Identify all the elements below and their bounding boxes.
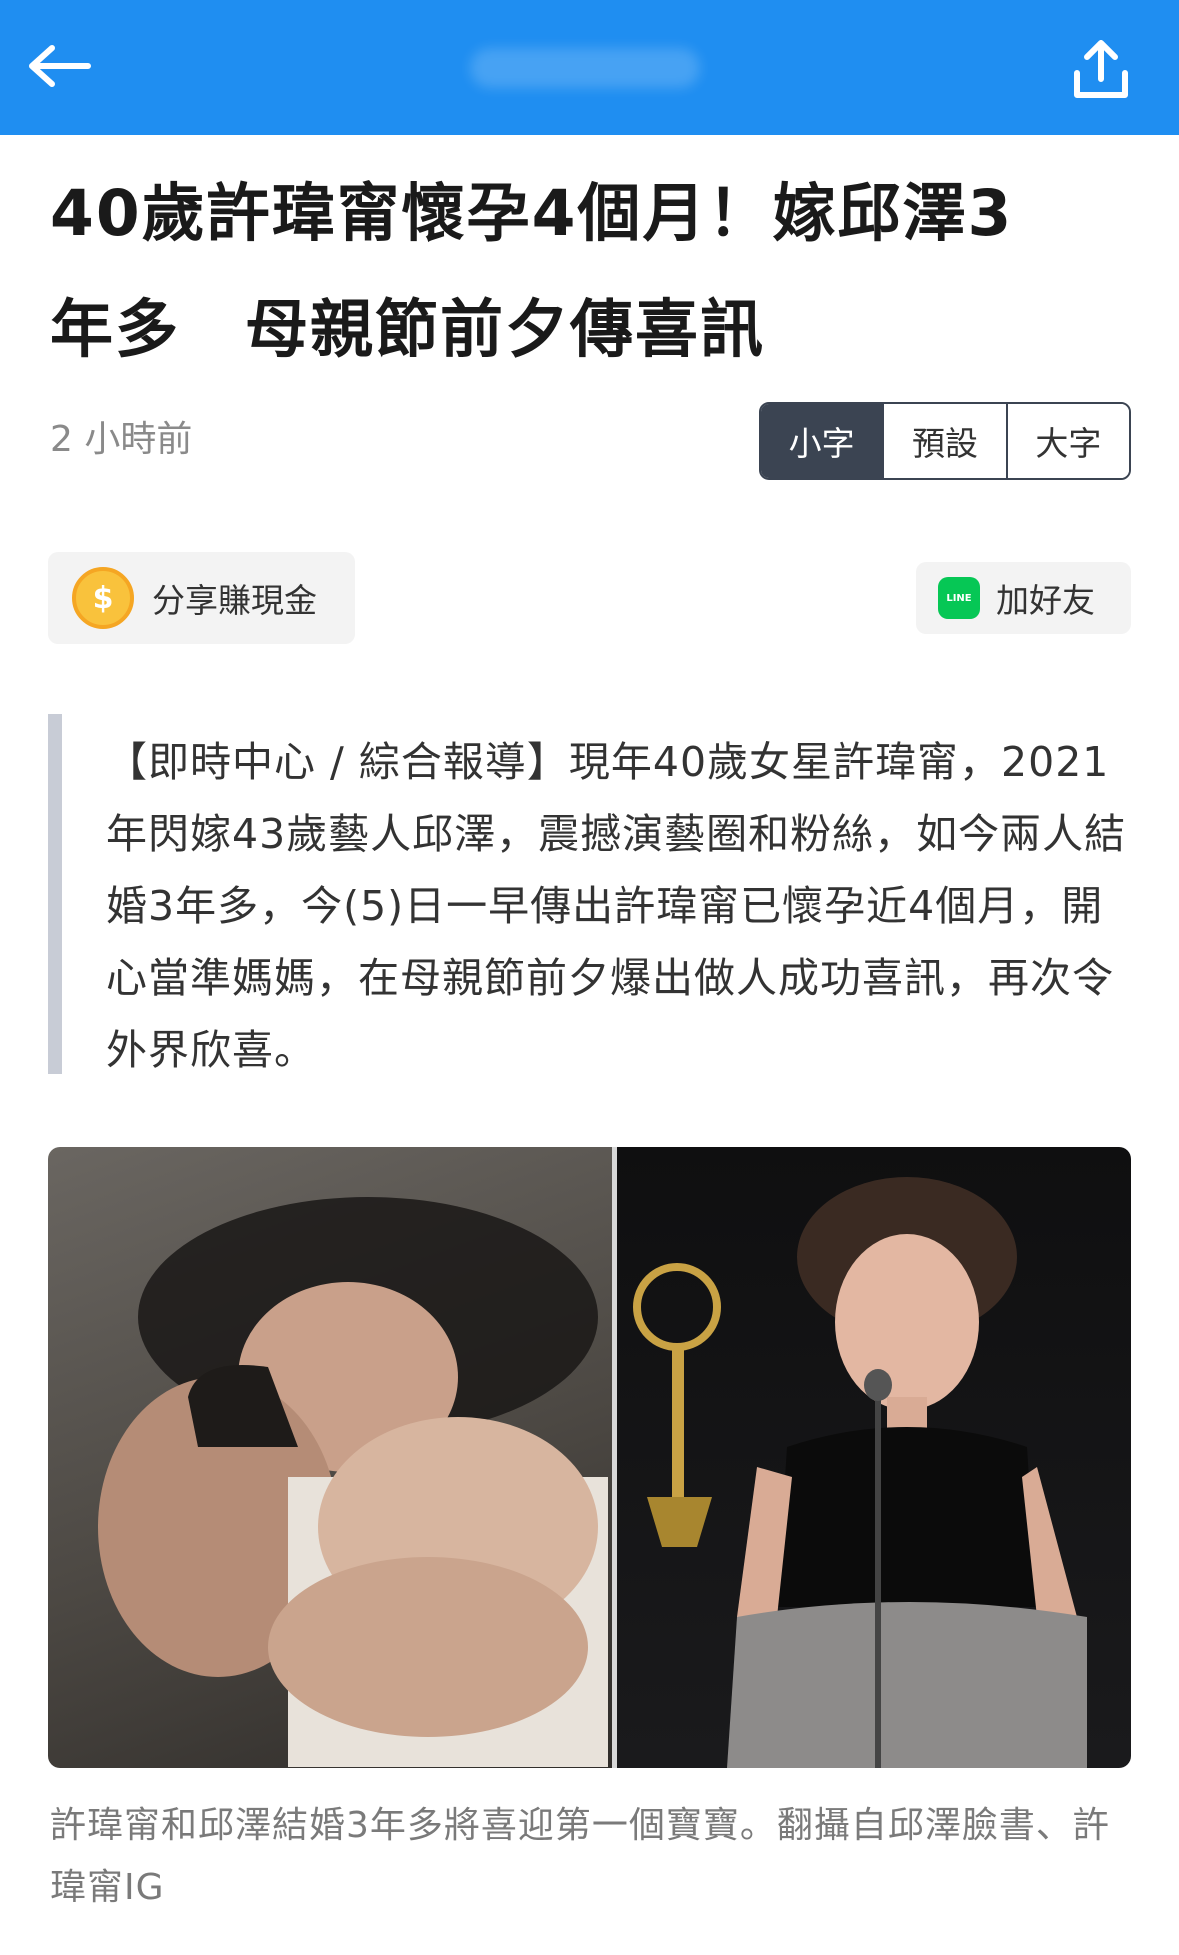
line-icon: LINE	[938, 577, 980, 619]
photo-award	[617, 1147, 1131, 1768]
image-caption: 許瑋甯和邱澤結婚3年多將喜迎第一個寶寶。翻攝自邱澤臉書、許瑋甯IG	[50, 1805, 1110, 1908]
share-earn-button[interactable]: $ 分享賺現金	[48, 552, 355, 644]
share-earn-label: 分享賺現金	[152, 581, 317, 620]
add-friend-label: 加好友	[996, 581, 1095, 620]
font-large-option[interactable]: 大字	[1005, 404, 1129, 478]
top-app-bar	[0, 0, 1179, 135]
article-lead: 【即時中心 / 綜合報導】現年40歲女星許瑋甯，2021年閃嫁43歲藝人邱澤，震…	[48, 714, 1131, 1074]
blurred-header-title	[470, 48, 700, 88]
photo-couple	[48, 1147, 612, 1768]
font-default-option[interactable]: 預設	[882, 404, 1006, 478]
add-friend-button[interactable]: LINE 加好友	[916, 562, 1131, 634]
back-button[interactable]	[22, 28, 98, 104]
share-upload-icon	[1074, 40, 1128, 98]
coin-icon: $	[72, 567, 134, 629]
article-photo[interactable]	[48, 1147, 1131, 1768]
font-size-toggle: 小字 預設 大字	[759, 402, 1131, 480]
font-small-option[interactable]: 小字	[761, 404, 883, 478]
share-button[interactable]	[1063, 32, 1139, 108]
arrow-left-icon	[29, 45, 91, 87]
award-illustration	[633, 1177, 1087, 1768]
article-title: 40歲許瑋甯懷孕4個月！嫁邱澤3 年多 母親節前夕傳喜訊	[50, 177, 1014, 366]
publish-time: 2 小時前	[50, 419, 193, 460]
couple-illustration	[98, 1197, 608, 1767]
